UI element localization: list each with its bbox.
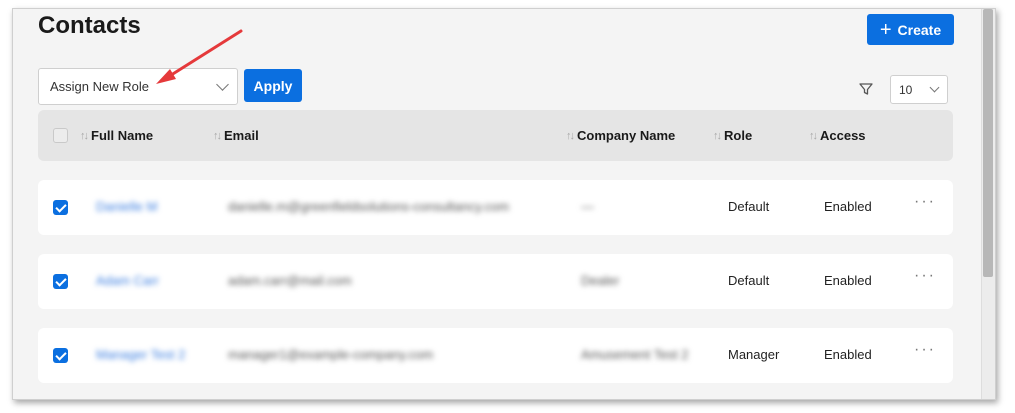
sort-arrows-icon: ↑↓ (713, 129, 722, 142)
plus-icon: + (879, 18, 892, 41)
contact-role: Manager (728, 347, 780, 362)
sort-arrows-icon: ↑↓ (566, 129, 575, 142)
sort-arrows-icon: ↑↓ (80, 129, 89, 142)
apply-button[interactable]: Apply (244, 69, 302, 102)
column-header-full-name[interactable]: ↑↓ Full Name (80, 128, 153, 143)
assign-role-select-value: Assign New Role (50, 79, 149, 94)
column-header-label: Email (224, 128, 259, 143)
create-button-label: Create (897, 21, 942, 38)
column-header-company-name[interactable]: ↑↓ Company Name (566, 128, 675, 143)
contact-company: — (581, 199, 594, 214)
app-window: Contacts + Create Assign New Role Apply … (12, 8, 996, 400)
column-header-email[interactable]: ↑↓ Email (213, 128, 259, 143)
page-size-value: 10 (899, 82, 913, 97)
assign-role-select[interactable]: Assign New Role (38, 68, 238, 105)
select-all-checkbox[interactable] (53, 128, 68, 143)
column-header-label: Role (724, 128, 753, 143)
table-row[interactable]: Manager Test 2 manager1@example-company.… (38, 328, 953, 383)
contact-name-link[interactable]: Danielle M (96, 199, 157, 214)
column-header-access[interactable]: ↑↓ Access (809, 128, 866, 143)
contact-company: Dealer (581, 273, 620, 288)
sort-arrows-icon: ↑↓ (213, 129, 222, 142)
table-header: ↑↓ Full Name ↑↓ Email ↑↓ Company Name ↑↓… (38, 110, 953, 161)
filter-icon[interactable] (858, 81, 874, 97)
contact-email: manager1@example-company.com (228, 347, 434, 362)
table-row[interactable]: Adam Carr adam.carr@mail.com Dealer Defa… (38, 254, 953, 309)
column-header-label: Company Name (577, 128, 676, 143)
chevron-down-icon (216, 78, 229, 91)
row-checkbox[interactable] (53, 274, 68, 289)
column-header-label: Access (820, 128, 866, 143)
contact-email: adam.carr@mail.com (228, 273, 352, 288)
contact-email: danielle.m@greenfieldsolutions-consultan… (228, 199, 510, 214)
more-horizontal-icon[interactable]: ··· (914, 341, 936, 359)
more-horizontal-icon[interactable]: ··· (914, 267, 936, 285)
contact-role: Default (728, 273, 770, 288)
column-header-label: Full Name (91, 128, 154, 143)
contact-company: Amusement Test 2 (581, 347, 689, 362)
create-button[interactable]: + Create (867, 14, 954, 45)
contact-access: Enabled (824, 347, 872, 362)
table-row[interactable]: Danielle M danielle.m@greenfieldsolution… (38, 180, 953, 235)
row-checkbox[interactable] (53, 200, 68, 215)
page-size-select[interactable]: 10 (890, 75, 948, 104)
contact-access: Enabled (824, 273, 872, 288)
contact-access: Enabled (824, 199, 872, 214)
sort-arrows-icon: ↑↓ (809, 129, 818, 142)
column-header-role[interactable]: ↑↓ Role (713, 128, 752, 143)
row-checkbox[interactable] (53, 348, 68, 363)
vertical-scrollbar[interactable] (981, 9, 995, 399)
contact-name-link[interactable]: Manager Test 2 (96, 347, 185, 362)
chevron-down-icon (929, 82, 940, 93)
contact-role: Default (728, 199, 770, 214)
scrollbar-thumb[interactable] (983, 9, 993, 277)
more-horizontal-icon[interactable]: ··· (914, 193, 936, 211)
page-title: Contacts (38, 12, 141, 39)
contact-name-link[interactable]: Adam Carr (96, 273, 159, 288)
